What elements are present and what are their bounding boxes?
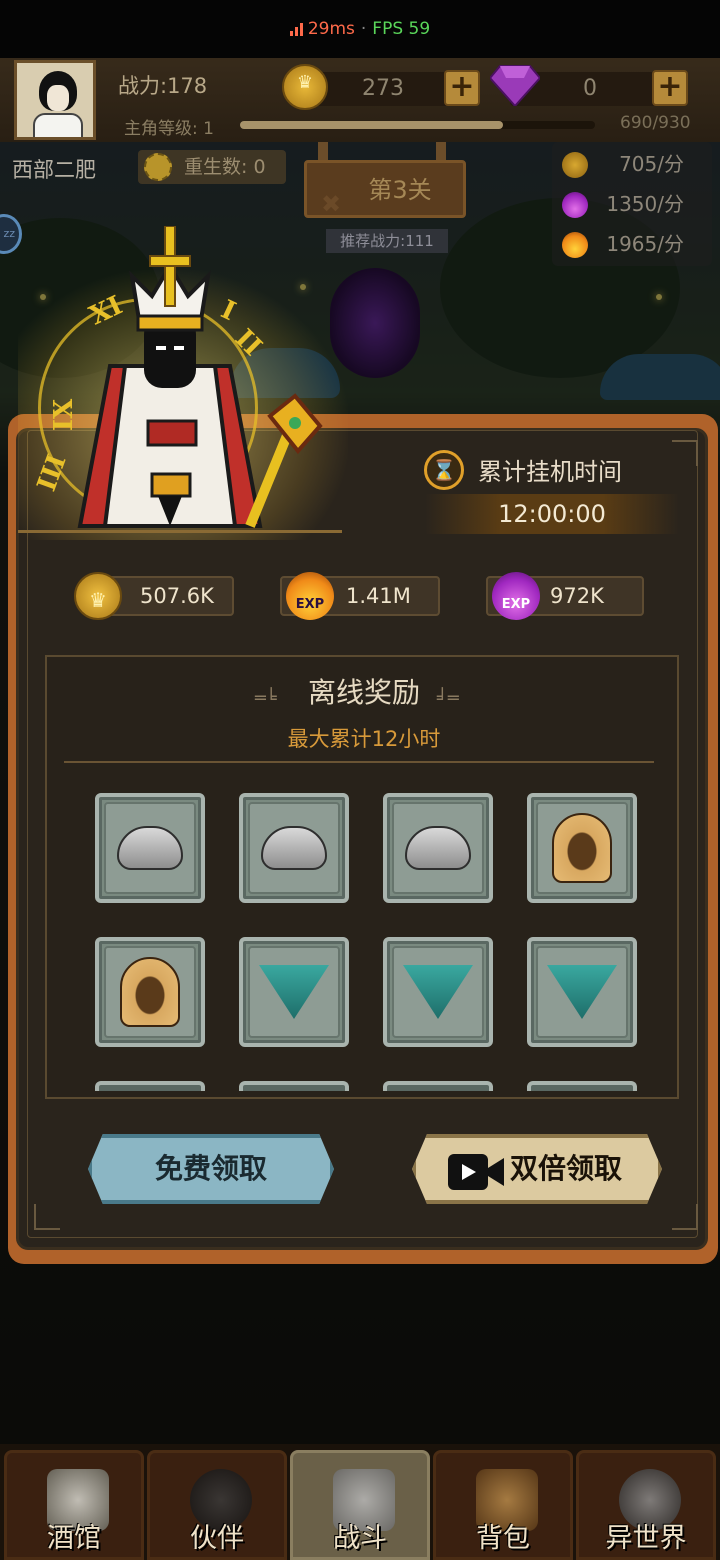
idle-time-title: 累计挂机时间 xyxy=(478,458,622,486)
reward-item-slot[interactable] xyxy=(383,937,493,1047)
corner-ornament xyxy=(672,1204,698,1230)
gem-icon xyxy=(490,65,540,106)
add-gold-button[interactable]: + xyxy=(444,70,480,106)
reward-item-slot[interactable] xyxy=(527,793,637,903)
hero-level-label: 主角等级: 1 xyxy=(124,119,214,139)
fire-exp-icon: EXP xyxy=(286,572,334,620)
status-bar: 29ms · FPS 59 xyxy=(0,0,720,58)
purple-exp-icon xyxy=(562,192,588,218)
gold-coin-icon xyxy=(562,152,588,178)
hero-king-illustration xyxy=(77,226,323,528)
reward-item-slot[interactable] xyxy=(95,793,205,903)
ping-text: 29ms xyxy=(307,19,355,39)
reward-divider xyxy=(64,761,654,763)
tab-battle[interactable]: 战斗 xyxy=(290,1450,430,1560)
crossed-swords-icon: ✖ xyxy=(321,190,342,218)
reward-item-slot[interactable] xyxy=(383,793,493,903)
fire-exp-icon xyxy=(562,232,588,258)
title-ornament-right: ╛═ xyxy=(437,688,459,709)
add-gems-button[interactable]: + xyxy=(652,70,688,106)
gold-reward: ♛ 507.6K xyxy=(74,572,234,620)
gold-coin-icon: ♛ xyxy=(74,572,122,620)
gold-rate: 705/分 xyxy=(552,144,712,184)
level-progress-bar xyxy=(240,121,595,129)
stage-name: 第3关 xyxy=(368,176,432,204)
rebirth-label: 重生数: 0 xyxy=(184,156,266,178)
status-separator: · xyxy=(360,19,367,39)
gold-coin-icon xyxy=(282,64,328,110)
video-icon xyxy=(448,1154,504,1190)
double-claim-button[interactable]: 双倍领取 xyxy=(412,1134,662,1204)
recommended-power: 推荐战力:111 xyxy=(326,229,448,253)
leather-hood-icon xyxy=(120,957,180,1027)
tab-tavern[interactable]: 酒馆 xyxy=(4,1450,144,1560)
fps-text: FPS 59 xyxy=(372,19,431,39)
hourglass-icon: ⌛ xyxy=(424,450,464,490)
reward-item-slot[interactable] xyxy=(239,937,349,1047)
idle-rates-panel: 705/分 1350/分 1965/分 xyxy=(552,142,712,266)
free-claim-button[interactable]: 免费领取 xyxy=(88,1134,334,1204)
purple-exp-icon: EXP xyxy=(492,572,540,620)
reward-item-slot[interactable] xyxy=(239,1081,349,1091)
hero-divider xyxy=(18,530,342,533)
avatar[interactable] xyxy=(14,60,96,140)
reward-item-slot[interactable] xyxy=(239,793,349,903)
reward-subtitle: 最大累计12小时 xyxy=(287,727,441,751)
reward-item-slot[interactable] xyxy=(527,937,637,1047)
stage-sign[interactable]: ✖ 第3关 xyxy=(304,160,466,218)
player-name: 西部二肥 xyxy=(12,158,96,182)
level-progress-text: 690/930 xyxy=(620,113,691,133)
gear-icon xyxy=(144,153,172,181)
fire-exp-reward: EXP 1.41M xyxy=(280,572,440,620)
reward-item-slot[interactable] xyxy=(383,1081,493,1091)
combat-power: 战力:178 xyxy=(118,74,208,98)
reward-item-slot[interactable] xyxy=(95,1081,205,1091)
corner-ornament xyxy=(34,1204,60,1230)
purple-exp-rate: 1350/分 xyxy=(552,184,712,224)
idle-time-value: 12:00:00 xyxy=(425,494,679,534)
reward-item-slot[interactable] xyxy=(95,937,205,1047)
corner-ornament xyxy=(672,440,698,466)
rebirth-count[interactable]: 重生数: 0 xyxy=(138,150,286,184)
reward-title: 离线奖励 xyxy=(307,676,420,709)
tab-partner[interactable]: 伙伴 xyxy=(147,1450,287,1560)
fire-exp-rate: 1965/分 xyxy=(552,224,712,264)
tab-otherworld[interactable]: 异世界 xyxy=(576,1450,716,1560)
offline-reward-box: ═╘ 离线奖励 ╛═ 最大累计12小时 xyxy=(45,655,679,1099)
double-claim-label: 双倍领取 xyxy=(510,1152,623,1185)
signal-icon xyxy=(289,22,303,36)
tab-backpack[interactable]: 背包 xyxy=(433,1450,573,1560)
reward-item-slot[interactable] xyxy=(527,1081,637,1091)
purple-exp-reward: EXP 972K xyxy=(486,572,644,620)
leather-hood-icon xyxy=(552,813,612,883)
